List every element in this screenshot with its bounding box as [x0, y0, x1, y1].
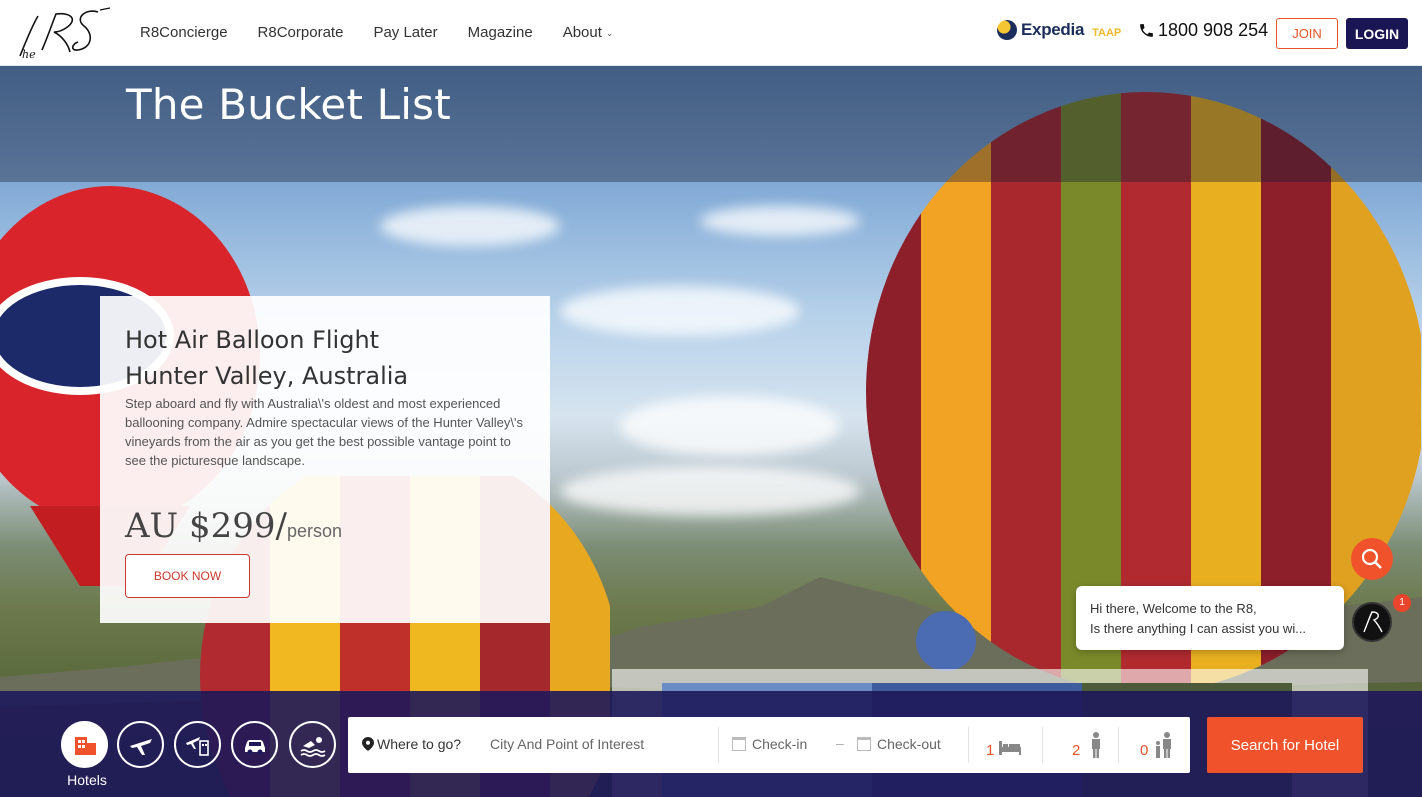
checkin-field[interactable]: Check-in	[732, 736, 807, 752]
deal-price: AU $299/person	[125, 506, 342, 546]
where-label-text: Where to go?	[377, 736, 462, 752]
login-button[interactable]: LOGIN	[1346, 18, 1408, 49]
plane-icon	[129, 738, 152, 755]
featured-deal-card: Hot Air Balloon Flight Hunter Valley, Au…	[100, 296, 550, 623]
divider	[968, 727, 969, 763]
divider	[1118, 727, 1119, 763]
deal-description: Step aboard and fly with Australia\'s ol…	[125, 396, 523, 468]
chat-notification-badge: 1	[1393, 594, 1411, 612]
child-icon	[1156, 732, 1172, 758]
top-navigation: he R8Concierge R8Corporate Pay Later Mag…	[0, 0, 1422, 66]
destination-input[interactable]	[490, 736, 710, 752]
menu-about[interactable]: About ⌄	[563, 22, 614, 44]
r8-logo[interactable]: he	[12, 6, 112, 60]
category-cars[interactable]	[231, 721, 278, 768]
deal-title: Hot Air Balloon Flight Hunter Valley, Au…	[125, 322, 408, 394]
where-label: Where to go?	[362, 736, 461, 752]
rooms-count: 1	[986, 742, 995, 759]
chat-line-2: Is there anything I can assist you wi...	[1090, 621, 1307, 636]
category-active-label: Hotels	[67, 772, 107, 788]
book-now-button[interactable]: BOOK NOW	[125, 554, 250, 598]
cloud-shape	[560, 286, 800, 336]
menu-about-label: About	[562, 24, 602, 41]
menu-r8corporate[interactable]: R8Corporate	[258, 22, 344, 44]
svg-text:he: he	[22, 48, 36, 60]
category-hotels[interactable]	[61, 721, 108, 768]
children-selector[interactable]: 0	[1140, 731, 1177, 759]
search-hotel-button[interactable]: Search for Hotel	[1207, 717, 1363, 773]
rooms-selector[interactable]: 1	[986, 731, 1023, 759]
checkout-label: Check-out	[877, 736, 941, 752]
menu-r8concierge[interactable]: R8Concierge	[140, 22, 228, 44]
floating-search-button[interactable]	[1351, 538, 1393, 580]
category-flight-hotel[interactable]	[174, 721, 221, 768]
adult-icon	[1092, 732, 1101, 758]
deal-title-line2: Hunter Valley, Australia	[125, 362, 409, 390]
main-menu: R8Concierge R8Corporate Pay Later Magazi…	[140, 22, 643, 44]
hero-title: The Bucket List	[126, 80, 451, 129]
bed-icon	[999, 741, 1022, 755]
calendar-icon	[732, 737, 746, 751]
hotel-icon	[74, 736, 96, 755]
taap-label: TAAP	[1092, 27, 1122, 39]
car-icon	[244, 739, 265, 754]
chat-line-1: Hi there, Welcome to the R8,	[1090, 601, 1257, 616]
expedia-taap-logo[interactable]: Expedia TAAP	[997, 20, 1121, 40]
adults-selector[interactable]: 2	[1072, 731, 1109, 759]
phone-icon	[1140, 24, 1153, 37]
children-count: 0	[1140, 742, 1149, 759]
date-separator: –	[836, 735, 844, 751]
chat-message-bubble[interactable]: Hi there, Welcome to the R8, Is there an…	[1076, 586, 1344, 650]
phone-number-text: 1800 908 254	[1158, 20, 1269, 40]
map-pin-icon	[362, 737, 374, 751]
expedia-globe-icon	[997, 20, 1017, 40]
search-icon	[1361, 548, 1382, 569]
cloud-shape	[620, 396, 840, 456]
category-flights[interactable]	[117, 721, 164, 768]
flight-hotel-icon	[185, 736, 209, 756]
checkout-field[interactable]: Check-out	[857, 736, 941, 752]
join-button[interactable]: JOIN	[1276, 18, 1338, 49]
menu-pay-later[interactable]: Pay Later	[373, 22, 437, 44]
adults-count: 2	[1072, 742, 1081, 759]
divider	[718, 727, 719, 763]
chat-avatar[interactable]	[1352, 602, 1392, 642]
divider	[1042, 727, 1043, 763]
r8-avatar-logo	[1363, 611, 1383, 633]
cloud-shape	[700, 206, 860, 236]
booking-search-bar: Hotels Where to go? Check-in – Check-out…	[0, 691, 1422, 797]
cloud-shape	[380, 206, 560, 246]
category-activities[interactable]	[289, 721, 336, 768]
swim-icon	[300, 736, 325, 757]
search-form: Where to go? Check-in – Check-out 1 2 0	[348, 717, 1190, 773]
price-amount: AU $299	[125, 506, 276, 546]
chevron-down-icon: ⌄	[605, 28, 614, 38]
menu-magazine[interactable]: Magazine	[468, 22, 533, 44]
price-unit: person	[287, 521, 343, 541]
price-separator: /	[275, 506, 288, 546]
deal-title-line1: Hot Air Balloon Flight	[125, 326, 380, 354]
calendar-icon	[857, 737, 871, 751]
expedia-wordmark: Expedia	[1021, 20, 1085, 39]
checkin-label: Check-in	[752, 736, 808, 752]
phone-number[interactable]: 1800 908 254	[1138, 20, 1268, 41]
